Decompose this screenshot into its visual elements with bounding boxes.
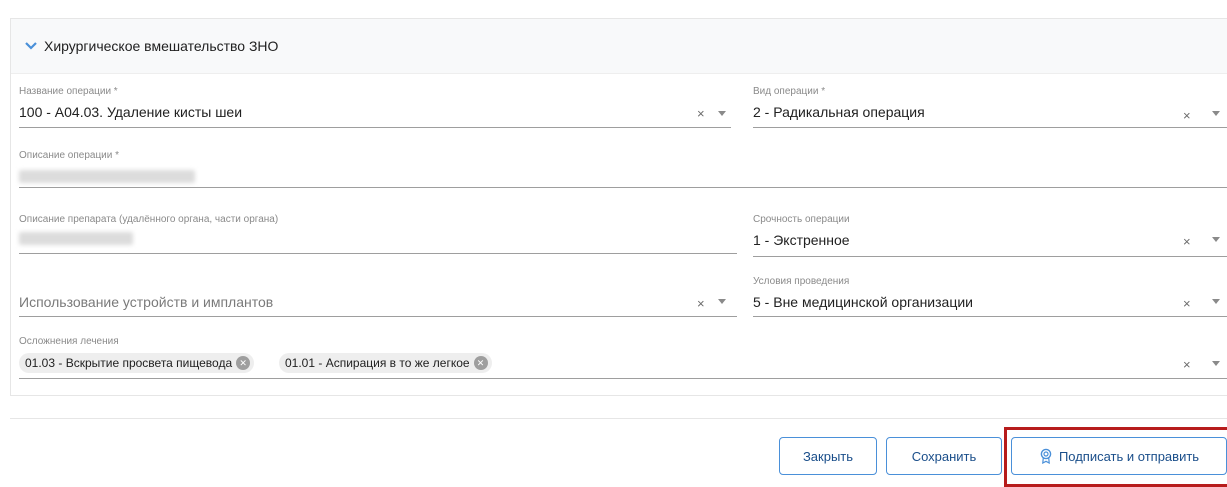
devices-placeholder: Использование устройств и имплантов [19, 294, 274, 310]
operation-name-field[interactable]: Название операции * 100 - А04.03. Удален… [19, 86, 731, 130]
complications-field[interactable]: Осложнения лечения 01.03 - Вскрытие прос… [19, 336, 1227, 382]
clear-icon[interactable]: × [1183, 108, 1191, 123]
save-button[interactable]: Сохранить [886, 437, 1002, 475]
section-header[interactable]: Хирургическое вмешательство ЗНО [11, 19, 1227, 74]
chevron-down-icon[interactable] [1212, 299, 1220, 304]
conditions-field[interactable]: Условия проведения 5 - Вне медицинской о… [753, 276, 1227, 318]
conditions-value: 5 - Вне медицинской организации [753, 294, 973, 310]
chevron-down-icon[interactable] [718, 299, 726, 304]
highlight-frame [1004, 427, 1227, 487]
field-underline [19, 316, 737, 317]
close-icon[interactable]: ✕ [236, 356, 251, 370]
clear-icon[interactable]: × [1183, 234, 1191, 249]
urgency-field[interactable]: Срочность операции 1 - Экстренное × [753, 214, 1227, 258]
operation-name-label: Название операции * [19, 86, 118, 97]
chip-item[interactable]: 01.03 - Вскрытие просвета пищевода ✕ [19, 353, 255, 373]
clear-icon[interactable]: × [1183, 357, 1191, 372]
field-underline [19, 187, 1227, 188]
field-underline [19, 378, 1227, 379]
operation-type-label: Вид операции * [753, 86, 826, 97]
field-underline [753, 256, 1227, 257]
operation-description-label: Описание операции * [19, 150, 120, 161]
chip-label: 01.03 - Вскрытие просвета пищевода [25, 356, 233, 370]
complications-label: Осложнения лечения [19, 336, 119, 347]
close-icon[interactable]: ✕ [473, 356, 488, 370]
redacted-text [19, 170, 195, 183]
conditions-label: Условия проведения [753, 276, 850, 287]
chevron-down-icon[interactable] [1212, 237, 1220, 242]
close-button[interactable]: Закрыть [779, 437, 877, 475]
chevron-down-icon[interactable] [24, 41, 38, 51]
footer-divider [10, 418, 1227, 419]
preparation-description-field[interactable]: Описание препарата (удалённого органа, ч… [19, 214, 737, 256]
field-underline [753, 316, 1227, 317]
devices-field[interactable]: Использование устройств и имплантов × [19, 276, 737, 318]
operation-type-value: 2 - Радикальная операция [753, 104, 925, 120]
urgency-value: 1 - Экстренное [753, 232, 850, 248]
operation-description-field[interactable]: Описание операции * [19, 150, 1227, 190]
chip-item[interactable]: 01.01 - Аспирация в то же легкое ✕ [279, 353, 492, 373]
clear-icon[interactable]: × [697, 296, 705, 311]
chevron-down-icon[interactable] [1212, 361, 1220, 366]
field-underline [19, 127, 731, 128]
clear-icon[interactable]: × [697, 106, 705, 121]
clear-icon[interactable]: × [1183, 296, 1191, 311]
operation-type-field[interactable]: Вид операции * 2 - Радикальная операция … [753, 86, 1227, 130]
chip-list: 01.03 - Вскрытие просвета пищевода ✕ 01.… [19, 353, 1169, 375]
field-underline [19, 253, 737, 254]
chip-label: 01.01 - Аспирация в то же легкое [285, 356, 470, 370]
section-title: Хирургическое вмешательство ЗНО [44, 38, 279, 54]
urgency-label: Срочность операции [753, 214, 850, 225]
field-underline [753, 127, 1227, 128]
preparation-description-label: Описание препарата (удалённого органа, ч… [19, 214, 279, 225]
chevron-down-icon[interactable] [1212, 111, 1220, 116]
chevron-down-icon[interactable] [718, 111, 726, 116]
redacted-text [19, 232, 133, 245]
operation-name-value: 100 - А04.03. Удаление кисты шеи [19, 104, 243, 120]
